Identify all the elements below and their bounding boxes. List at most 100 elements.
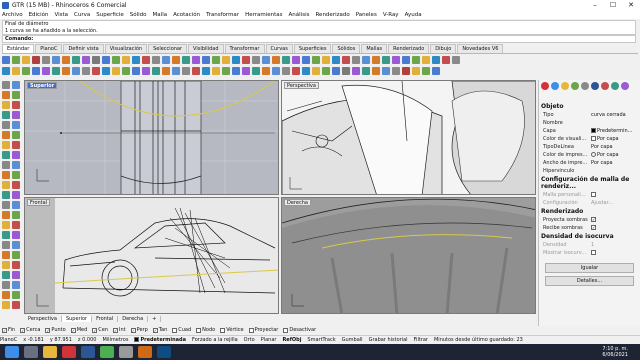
osnap-punto[interactable]: ✓ Punto xyxy=(45,327,66,333)
left-tool-icon[interactable] xyxy=(2,251,10,259)
standard-tool-icon[interactable] xyxy=(182,56,190,64)
secondary-tool-icon[interactable] xyxy=(342,67,350,75)
left-tool-icon[interactable] xyxy=(12,301,20,309)
left-tool-icon[interactable] xyxy=(2,131,10,139)
standard-tool-icon[interactable] xyxy=(402,56,410,64)
tab-superficies[interactable]: Superficies xyxy=(293,44,332,53)
tab-estandar[interactable]: Estándar xyxy=(2,44,35,53)
secondary-tool-icon[interactable] xyxy=(322,67,330,75)
vp-tab-frontal[interactable]: Frontal xyxy=(92,316,119,322)
chrome-icon[interactable] xyxy=(100,346,114,358)
standard-tool-icon[interactable] xyxy=(252,56,260,64)
vp-tab-superior[interactable]: Superior xyxy=(61,316,93,322)
current-layer[interactable]: Predeterminada xyxy=(134,336,186,343)
menu-archivo[interactable]: Archivo xyxy=(2,12,23,18)
secondary-tool-icon[interactable] xyxy=(142,67,150,75)
standard-tool-icon[interactable] xyxy=(222,56,230,64)
left-tool-icon[interactable] xyxy=(12,151,20,159)
left-tool-icon[interactable] xyxy=(2,301,10,309)
secondary-tool-icon[interactable] xyxy=(82,67,90,75)
file-explorer-icon[interactable] xyxy=(43,346,57,358)
secondary-tool-icon[interactable] xyxy=(212,67,220,75)
left-tool-icon[interactable] xyxy=(12,191,20,199)
left-tool-icon[interactable] xyxy=(2,111,10,119)
standard-tool-icon[interactable] xyxy=(432,56,440,64)
cplane-label[interactable]: PlanoC xyxy=(0,337,17,343)
standard-tool-icon[interactable] xyxy=(412,56,420,64)
menu-malla[interactable]: Malla xyxy=(153,12,168,18)
property-value[interactable]: curva cerrada xyxy=(591,112,640,118)
osnap-checkbox[interactable]: ✓ xyxy=(113,327,119,333)
menu-edicion[interactable]: Edición xyxy=(29,12,49,18)
osnap-int[interactable]: ✓ Int xyxy=(113,327,126,333)
standard-tool-icon[interactable] xyxy=(362,56,370,64)
rhino-taskbar-icon[interactable] xyxy=(119,346,133,358)
add-viewport-tab-button[interactable]: + xyxy=(148,316,162,322)
status-filter[interactable]: Filtrar xyxy=(414,337,428,343)
tab-curvas[interactable]: Curvas xyxy=(265,44,293,53)
left-tool-icon[interactable] xyxy=(12,201,20,209)
viewport-top[interactable]: Superior xyxy=(24,80,279,195)
panel-tab-icon[interactable] xyxy=(551,82,559,90)
secondary-tool-icon[interactable] xyxy=(422,67,430,75)
standard-tool-icon[interactable] xyxy=(442,56,450,64)
tab-dibujo[interactable]: Dibujo xyxy=(430,44,457,53)
standard-tool-icon[interactable] xyxy=(132,56,140,64)
status-smarttrack[interactable]: SmartTrack xyxy=(307,337,335,343)
custom-mesh-checkbox[interactable] xyxy=(591,191,596,197)
status-osnap[interactable]: RefObj xyxy=(282,337,301,343)
osnap-checkbox[interactable]: ✓ xyxy=(2,327,7,333)
left-tool-icon[interactable] xyxy=(2,231,10,239)
standard-tool-icon[interactable] xyxy=(12,56,20,64)
secondary-tool-icon[interactable] xyxy=(132,67,140,75)
casts-shadows-checkbox[interactable]: ✓ xyxy=(591,217,596,222)
search-icon[interactable] xyxy=(24,346,38,358)
osnap-cerca[interactable]: ✓ Cerca xyxy=(20,327,40,333)
left-tool-icon[interactable] xyxy=(12,281,20,289)
secondary-tool-icon[interactable] xyxy=(282,67,290,75)
secondary-tool-icon[interactable] xyxy=(42,67,50,75)
osnap-checkbox[interactable]: ✓ xyxy=(92,327,98,333)
secondary-tool-icon[interactable] xyxy=(292,67,300,75)
standard-tool-icon[interactable] xyxy=(392,56,400,64)
osnap-nodo[interactable]: Nodo xyxy=(196,327,215,333)
left-tool-icon[interactable] xyxy=(2,271,10,279)
secondary-tool-icon[interactable] xyxy=(182,67,190,75)
tab-planoc[interactable]: PlanoC xyxy=(35,44,63,53)
osnap-checkbox[interactable] xyxy=(220,327,226,333)
osnap-checkbox[interactable] xyxy=(248,327,254,333)
viewport-top-label[interactable]: Superior xyxy=(27,82,58,89)
density-input[interactable]: 1 xyxy=(591,242,640,248)
left-tool-icon[interactable] xyxy=(12,231,20,239)
tab-solidos[interactable]: Sólidos xyxy=(332,44,361,53)
property-value[interactable]: Por capa xyxy=(591,160,640,166)
property-value[interactable]: Predetermin... xyxy=(591,128,640,134)
standard-tool-icon[interactable] xyxy=(112,56,120,64)
secondary-tool-icon[interactable] xyxy=(12,67,20,75)
left-tool-icon[interactable] xyxy=(2,281,10,289)
secondary-tool-icon[interactable] xyxy=(382,67,390,75)
osnap-tan[interactable]: ✓ Tan xyxy=(152,327,167,333)
secondary-tool-icon[interactable] xyxy=(192,67,200,75)
menu-curva[interactable]: Curva xyxy=(74,12,90,18)
standard-tool-icon[interactable] xyxy=(212,56,220,64)
tab-transformar[interactable]: Transformar xyxy=(224,44,265,53)
secondary-tool-icon[interactable] xyxy=(122,67,130,75)
secondary-tool-icon[interactable] xyxy=(262,67,270,75)
standard-tool-icon[interactable] xyxy=(292,56,300,64)
left-tool-icon[interactable] xyxy=(2,171,10,179)
secondary-tool-icon[interactable] xyxy=(162,67,170,75)
left-tool-icon[interactable] xyxy=(12,171,20,179)
osnap-checkbox[interactable]: ✓ xyxy=(130,327,136,333)
panel-tab-icon[interactable] xyxy=(571,82,579,90)
osnap-checkbox[interactable]: ✓ xyxy=(45,327,51,333)
secondary-tool-icon[interactable] xyxy=(332,67,340,75)
secondary-tool-icon[interactable] xyxy=(32,67,40,75)
details-button[interactable]: Detalles... xyxy=(545,276,634,286)
osnap-checkbox[interactable] xyxy=(196,327,202,333)
left-tool-icon[interactable] xyxy=(12,81,20,89)
secondary-tool-icon[interactable] xyxy=(222,67,230,75)
standard-tool-icon[interactable] xyxy=(272,56,280,64)
status-planar[interactable]: Planar xyxy=(261,337,277,343)
left-tool-icon[interactable] xyxy=(12,241,20,249)
